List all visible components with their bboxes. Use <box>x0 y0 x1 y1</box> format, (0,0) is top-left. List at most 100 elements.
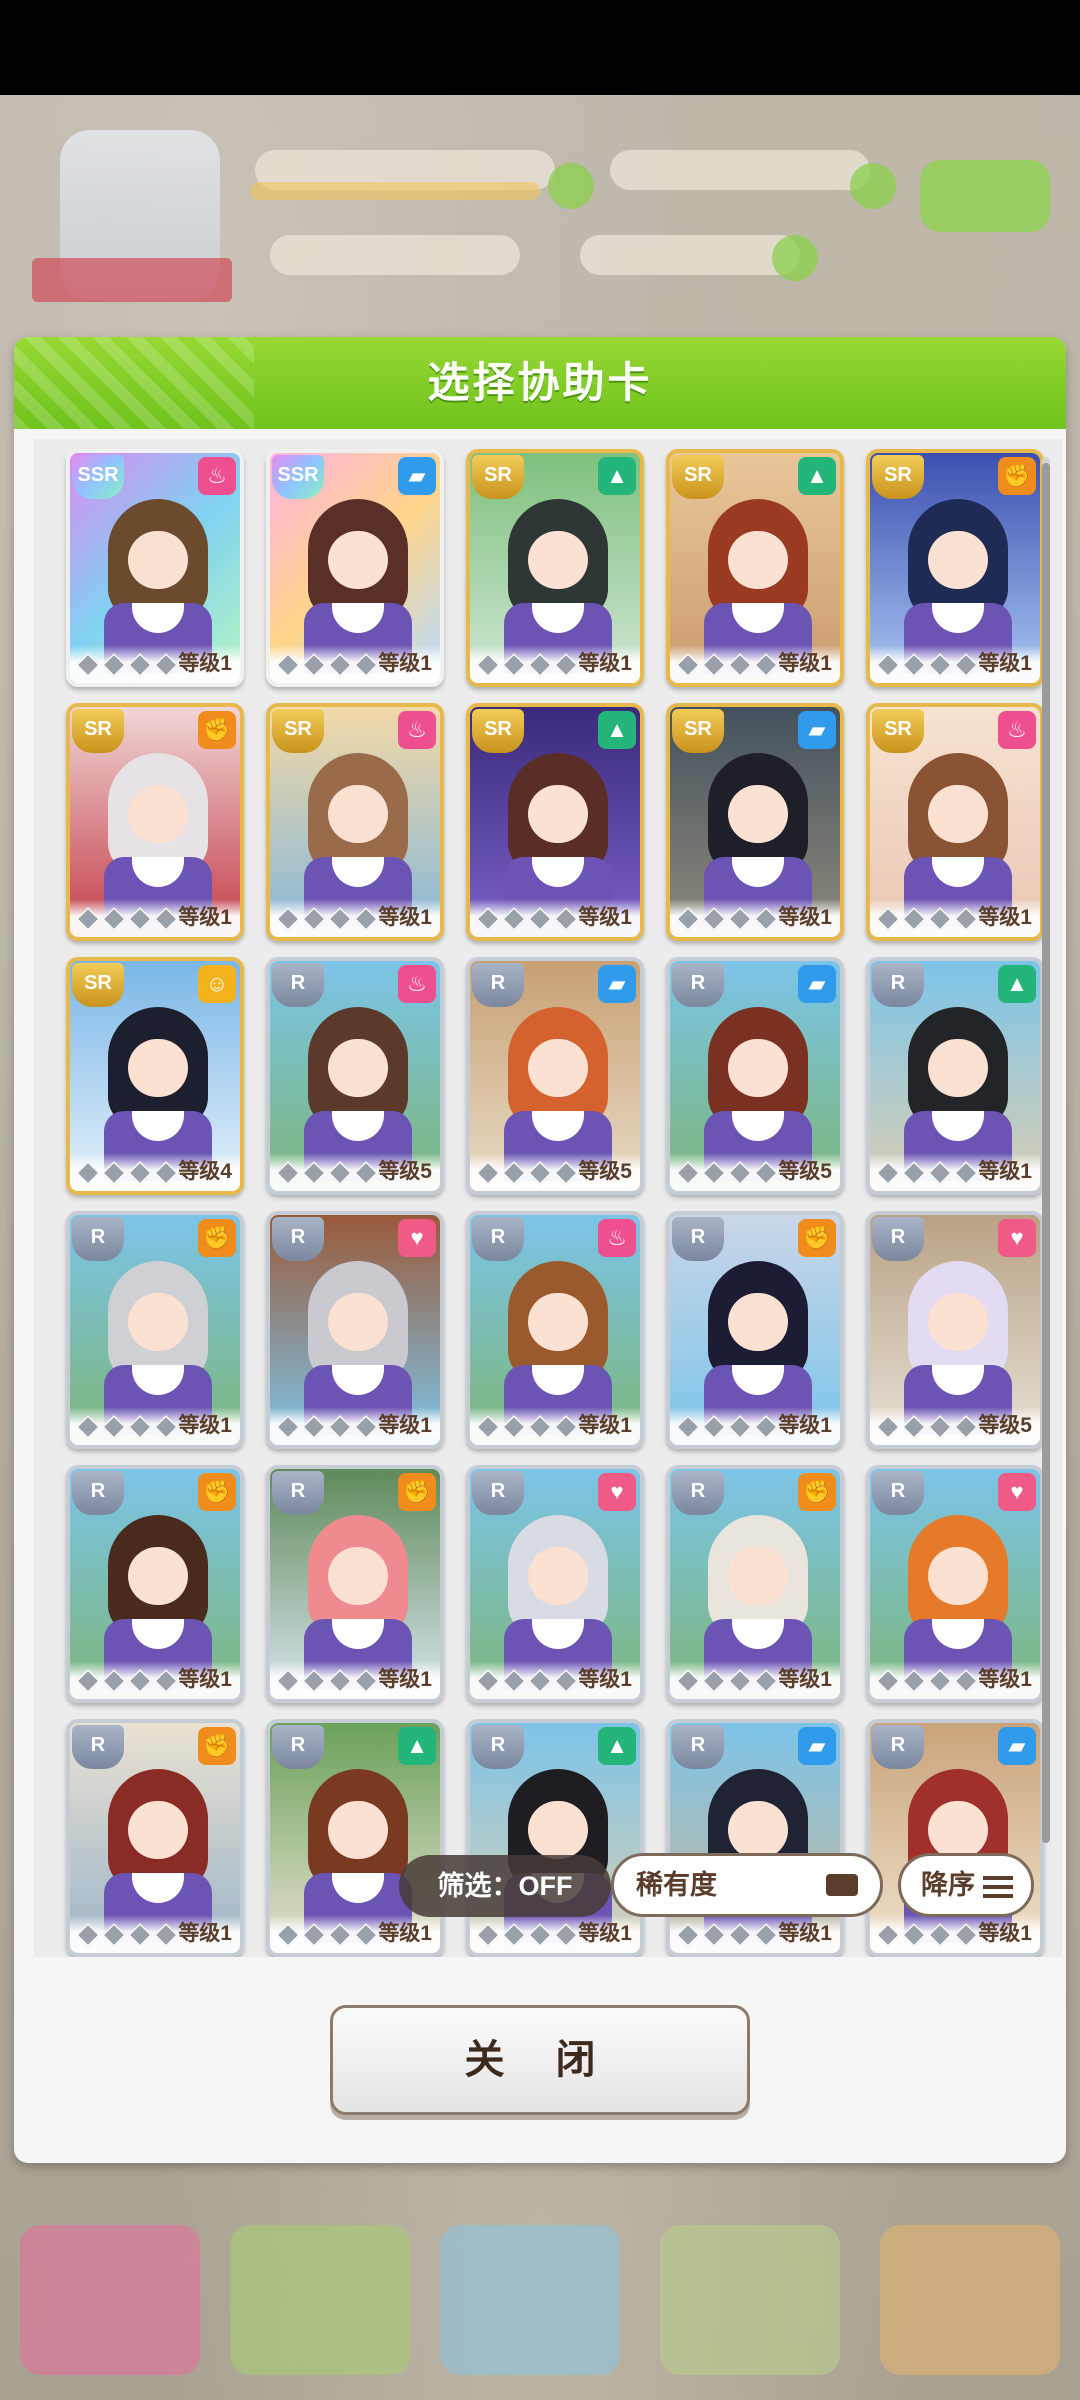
support-card[interactable]: R ♨ 等级5 <box>266 957 444 1195</box>
limit-break-gem-icon <box>676 1923 700 1947</box>
rarity-badge: R <box>672 1471 724 1515</box>
limit-break-gem-icon <box>502 1669 526 1693</box>
card-level: 等级5 <box>978 1414 1032 1437</box>
support-card[interactable]: SSR ▰ 等级1 <box>266 449 444 687</box>
rarity-badge: R <box>272 963 324 1007</box>
limit-break-gems <box>476 653 578 677</box>
support-card[interactable]: R ♥ 等级5 <box>866 1211 1044 1449</box>
support-card[interactable]: SR ♨ 等级1 <box>266 703 444 941</box>
card-level: 等级1 <box>578 906 632 929</box>
card-list[interactable]: SSR ♨ 等级1 SSR ▰ 等级1 SR ▲ 等级1 SR ▲ 等级1 SR ✊ 等级1 SR ✊ 等级1 SR… <box>34 439 1062 1957</box>
support-card[interactable]: SR ▲ 等级1 <box>666 449 844 687</box>
power-type-icon: ✊ <box>798 1473 836 1511</box>
limit-break-gem-icon <box>354 1161 378 1185</box>
support-card[interactable]: R ▰ 等级1 <box>666 1719 844 1957</box>
character-face <box>728 1039 788 1097</box>
support-card[interactable]: R ▰ 等级1 <box>866 1719 1044 1957</box>
support-card[interactable]: R ✊ 等级1 <box>666 1465 844 1703</box>
card-level: 等级1 <box>178 1668 232 1691</box>
limit-break-gem-icon <box>928 907 952 931</box>
support-card[interactable]: R ▲ 等级1 <box>866 957 1044 1195</box>
support-card[interactable]: SR ▰ 等级1 <box>666 703 844 941</box>
scrollbar-thumb[interactable] <box>1042 463 1050 1843</box>
support-card[interactable]: R ✊ 等级1 <box>66 1719 244 1957</box>
rarity-badge: SR <box>72 963 124 1007</box>
limit-break-gem-icon <box>528 907 552 931</box>
support-card[interactable]: R ▲ 等级1 <box>466 1719 644 1957</box>
card-level: 等级4 <box>178 1160 232 1183</box>
limit-break-gems <box>276 907 378 931</box>
sort-rarity-button[interactable]: 稀有度 <box>611 1853 883 1917</box>
limit-break-gem-icon <box>302 1923 326 1947</box>
limit-break-gem-icon <box>154 1923 178 1947</box>
support-card[interactable]: R ✊ 等级1 <box>266 1465 444 1703</box>
character-face <box>728 1801 788 1859</box>
filter-button[interactable]: 筛选：OFF <box>399 1855 611 1917</box>
limit-break-gems <box>876 1669 978 1693</box>
character-face <box>728 1293 788 1351</box>
limit-break-gem-icon <box>754 907 778 931</box>
card-level: 等级1 <box>378 906 432 929</box>
limit-break-gems <box>476 1669 578 1693</box>
wit-type-icon: ▲ <box>998 965 1036 1003</box>
limit-break-gem-icon <box>354 1923 378 1947</box>
rarity-badge: R <box>472 1725 524 1769</box>
character-face <box>128 531 188 589</box>
nav-race-icon <box>440 2225 620 2375</box>
support-card[interactable]: SR ▲ 等级1 <box>466 703 644 941</box>
rarity-badge: SSR <box>272 455 324 499</box>
support-card[interactable]: R ▲ 等级1 <box>266 1719 444 1957</box>
support-card[interactable]: R ▰ 等级5 <box>466 957 644 1195</box>
limit-break-gem-icon <box>76 653 100 677</box>
character-face <box>328 785 388 843</box>
rank-banner <box>32 258 232 302</box>
support-card[interactable]: SR ✊ 等级1 <box>66 703 244 941</box>
limit-break-gem-icon <box>302 653 326 677</box>
limit-break-gem-icon <box>102 1669 126 1693</box>
plus-icon <box>850 163 896 209</box>
nav-home-icon <box>20 2225 200 2375</box>
support-card[interactable]: SR ✊ 等级1 <box>866 449 1044 687</box>
support-card[interactable]: SSR ♨ 等级1 <box>66 449 244 687</box>
support-card[interactable]: R ♥ 等级1 <box>466 1465 644 1703</box>
limit-break-gems <box>876 1415 978 1439</box>
support-card[interactable]: SR ▲ 等级1 <box>466 449 644 687</box>
limit-break-gem-icon <box>728 653 752 677</box>
sort-label: 稀有度 <box>636 1870 717 1900</box>
rarity-badge: SR <box>672 709 724 753</box>
support-card[interactable]: R ✊ 等级1 <box>666 1211 844 1449</box>
support-card[interactable]: SR ☺ 等级4 <box>66 957 244 1195</box>
stamina-type-icon: ♥ <box>598 1473 636 1511</box>
limit-break-gem-icon <box>902 1161 926 1185</box>
close-button[interactable]: 关 闭 <box>330 2005 750 2115</box>
limit-break-gem-icon <box>302 1669 326 1693</box>
sort-order-button[interactable]: 降序 <box>898 1853 1034 1917</box>
limit-break-gem-icon <box>876 653 900 677</box>
limit-break-gems <box>676 1415 778 1439</box>
card-level: 等级1 <box>178 1414 232 1437</box>
rarity-badge: R <box>272 1725 324 1769</box>
support-card[interactable]: R ♥ 等级1 <box>266 1211 444 1449</box>
nav-enhance-icon <box>230 2225 410 2375</box>
support-card[interactable]: R ♨ 等级1 <box>466 1211 644 1449</box>
card-level: 等级1 <box>378 1668 432 1691</box>
limit-break-gems <box>76 653 178 677</box>
limit-break-gem-icon <box>476 907 500 931</box>
limit-break-gem-icon <box>76 1923 100 1947</box>
rarity-badge: SR <box>872 455 924 499</box>
support-card[interactable]: R ▰ 等级5 <box>666 957 844 1195</box>
support-card[interactable]: SR ♨ 等级1 <box>866 703 1044 941</box>
speed-type-icon: ▰ <box>398 457 436 495</box>
rarity-badge: R <box>472 963 524 1007</box>
rarity-badge: SR <box>672 455 724 499</box>
limit-break-gem-icon <box>554 907 578 931</box>
character-face <box>528 531 588 589</box>
support-card[interactable]: R ✊ 等级1 <box>66 1465 244 1703</box>
limit-break-gem-icon <box>754 1161 778 1185</box>
limit-break-gem-icon <box>102 1161 126 1185</box>
limit-break-gem-icon <box>276 1923 300 1947</box>
support-card[interactable]: R ♥ 等级1 <box>866 1465 1044 1703</box>
support-card[interactable]: R ✊ 等级1 <box>66 1211 244 1449</box>
rarity-badge: SR <box>72 709 124 753</box>
limit-break-gem-icon <box>554 1923 578 1947</box>
